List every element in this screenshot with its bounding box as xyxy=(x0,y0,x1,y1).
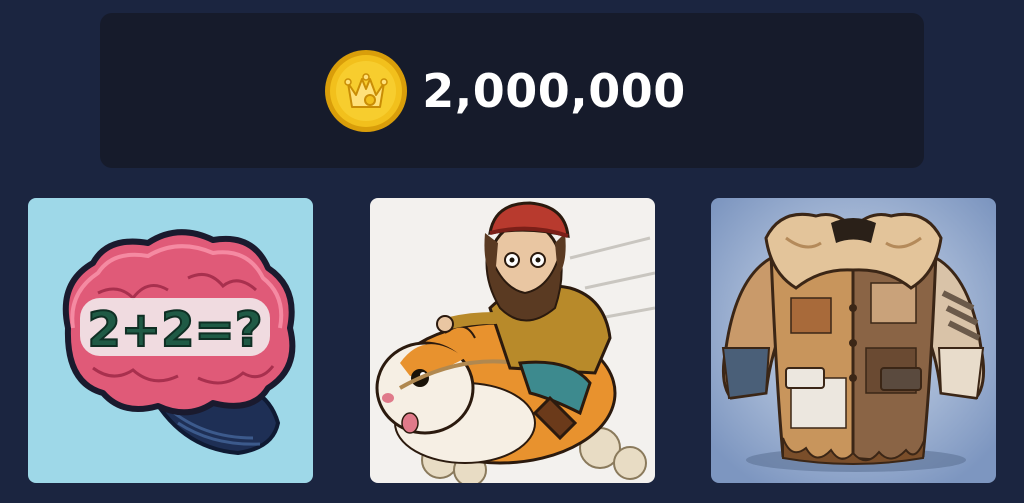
card-fur-coat[interactable] xyxy=(711,198,996,483)
card-brain[interactable]: 2+2=? xyxy=(28,198,313,483)
balance-amount: 2,000,000 xyxy=(422,63,686,118)
fur-coat-illustration xyxy=(711,198,996,483)
brain-math-text: 2+2=? xyxy=(87,302,262,358)
balance-display: 2,000,000 xyxy=(324,49,686,133)
crown-coin-icon xyxy=(325,49,408,132)
card-hamster-rider[interactable] xyxy=(370,198,655,483)
hamster-rider-illustration xyxy=(370,198,655,483)
brain-math-icon: 2+2=? xyxy=(28,198,313,483)
balance-panel: 2,000,000 xyxy=(100,13,924,168)
